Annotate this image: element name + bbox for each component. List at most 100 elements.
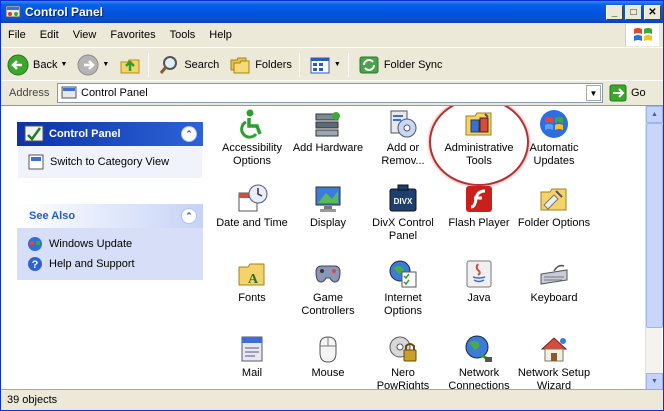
address-field[interactable]: Control Panel ▼ bbox=[57, 83, 603, 103]
control-panel-icon bbox=[24, 125, 44, 142]
forward-button[interactable]: ▼ bbox=[73, 51, 113, 79]
add-remove-programs-icon bbox=[390, 110, 417, 138]
mail-icon bbox=[241, 336, 263, 362]
game-controller-icon bbox=[315, 265, 341, 283]
forward-dropdown-icon[interactable]: ▼ bbox=[102, 61, 109, 68]
windows-update-label: Windows Update bbox=[49, 238, 133, 250]
windows-update-icon bbox=[28, 237, 42, 251]
address-bar: Address Control Panel ▼ Go bbox=[1, 82, 663, 104]
see-also-box-header[interactable]: See Also ⌃ bbox=[17, 204, 203, 228]
item-display[interactable]: Display bbox=[290, 183, 366, 230]
close-button[interactable]: ✕ bbox=[644, 4, 661, 20]
menu-tools[interactable]: Tools bbox=[163, 29, 203, 41]
item-network-setup-wizard[interactable]: Network Setup Wizard bbox=[516, 333, 592, 389]
address-value: Control Panel bbox=[81, 87, 148, 99]
item-label: Add or Remov... bbox=[381, 142, 425, 167]
views-button[interactable]: ▼ bbox=[305, 51, 345, 79]
category-view-icon bbox=[28, 154, 44, 170]
collapse-chevron-icon[interactable]: ⌃ bbox=[181, 208, 197, 224]
control-panel-box: Control Panel ⌃ Switch to Category View bbox=[17, 122, 203, 179]
item-administrative-tools[interactable]: Administrative Tools bbox=[441, 108, 517, 168]
scroll-up-button[interactable]: ▲ bbox=[646, 106, 663, 123]
svg-text:?: ? bbox=[32, 259, 39, 271]
switch-category-view-link[interactable]: Switch to Category View bbox=[28, 152, 192, 172]
see-also-box: See Also ⌃ Windows Update ? Help and Sup… bbox=[17, 204, 203, 280]
control-panel-box-header[interactable]: Control Panel ⌃ bbox=[17, 122, 203, 146]
item-nero-powrights[interactable]: Nero PowRights bbox=[365, 333, 441, 389]
control-panel-window: Control Panel _ □ ✕ File Edit View Favor… bbox=[0, 0, 664, 411]
menu-favorites[interactable]: Favorites bbox=[103, 29, 162, 41]
search-label: Search bbox=[184, 58, 220, 71]
windows-update-link[interactable]: Windows Update bbox=[27, 234, 193, 254]
accessibility-icon bbox=[240, 109, 262, 139]
menu-help[interactable]: Help bbox=[202, 29, 239, 41]
mouse-icon bbox=[319, 336, 337, 363]
up-folder-button[interactable] bbox=[115, 51, 145, 79]
back-arrow-icon bbox=[7, 54, 29, 75]
search-button[interactable]: Search bbox=[154, 51, 223, 79]
item-automatic-updates[interactable]: Automatic Updates bbox=[516, 108, 592, 168]
minimize-button[interactable]: _ bbox=[606, 4, 623, 20]
item-label: DivX Control Panel bbox=[372, 217, 434, 242]
item-fonts[interactable]: A Fonts bbox=[214, 258, 290, 305]
item-divx-control-panel[interactable]: DIVX DivX Control Panel bbox=[365, 183, 441, 243]
folder-sync-button[interactable]: Folder Sync bbox=[354, 51, 447, 79]
item-accessibility-options[interactable]: Accessibility Options bbox=[214, 108, 290, 168]
collapse-chevron-icon[interactable]: ⌃ bbox=[181, 126, 197, 142]
item-label: Folder Options bbox=[517, 217, 591, 229]
toolbar-separator bbox=[347, 52, 349, 77]
item-label: Add Hardware bbox=[292, 142, 364, 154]
switch-category-view-label: Switch to Category View bbox=[50, 156, 170, 168]
item-mail[interactable]: Mail bbox=[214, 333, 290, 380]
go-button[interactable]: Go bbox=[609, 84, 646, 102]
menu-edit[interactable]: Edit bbox=[33, 29, 66, 41]
menu-view[interactable]: View bbox=[66, 29, 104, 41]
address-dropdown-icon[interactable]: ▼ bbox=[586, 85, 601, 101]
item-folder-options[interactable]: Folder Options bbox=[516, 183, 592, 230]
item-date-and-time[interactable]: Date and Time bbox=[214, 183, 290, 230]
item-keyboard[interactable]: Keyboard bbox=[516, 258, 592, 305]
item-game-controllers[interactable]: Game Controllers bbox=[290, 258, 366, 318]
views-dropdown-icon[interactable]: ▼ bbox=[334, 61, 341, 68]
back-dropdown-icon[interactable]: ▼ bbox=[60, 61, 67, 68]
see-also-box-body: Windows Update ? Help and Support bbox=[17, 228, 203, 280]
content-area: Control Panel ⌃ Switch to Category View bbox=[1, 105, 663, 389]
item-label: Java bbox=[467, 292, 491, 304]
nero-icon bbox=[389, 336, 417, 362]
item-network-connections[interactable]: Network Connections bbox=[441, 333, 517, 389]
scroll-thumb[interactable] bbox=[646, 123, 663, 328]
item-add-remove-programs[interactable]: Add or Remov... bbox=[365, 108, 441, 168]
help-icon: ? bbox=[28, 257, 42, 271]
folders-button[interactable]: Folders bbox=[225, 51, 296, 79]
item-java[interactable]: Java bbox=[441, 258, 517, 305]
item-label: Fonts bbox=[238, 292, 266, 304]
item-mouse[interactable]: Mouse bbox=[290, 333, 366, 380]
item-add-hardware[interactable]: Add Hardware bbox=[290, 108, 366, 155]
item-internet-options[interactable]: Internet Options bbox=[365, 258, 441, 318]
back-button[interactable]: Back ▼ bbox=[3, 51, 71, 79]
maximize-button[interactable]: □ bbox=[625, 4, 642, 20]
control-panel-box-title: Control Panel bbox=[49, 128, 121, 140]
forward-arrow-icon bbox=[77, 54, 99, 75]
folder-sync-icon bbox=[359, 56, 379, 73]
item-flash-player[interactable]: Flash Player bbox=[441, 183, 517, 230]
task-pane: Control Panel ⌃ Switch to Category View bbox=[1, 106, 212, 389]
folder-options-icon bbox=[540, 188, 567, 211]
internet-options-icon bbox=[389, 260, 417, 288]
scroll-down-button[interactable]: ▼ bbox=[646, 373, 663, 389]
item-label: Date and Time bbox=[216, 217, 288, 229]
item-label: Accessibility Options bbox=[222, 142, 282, 167]
go-arrow-icon bbox=[609, 84, 627, 102]
control-panel-items: Accessibility Options Add Hardware Add o… bbox=[214, 106, 645, 389]
keyboard-icon bbox=[540, 264, 568, 285]
vertical-scrollbar[interactable]: ▲ ▼ bbox=[645, 106, 663, 389]
help-support-link[interactable]: ? Help and Support bbox=[27, 254, 193, 274]
item-label: Keyboard bbox=[530, 292, 578, 304]
menu-file[interactable]: File bbox=[1, 29, 33, 41]
window-title: Control Panel bbox=[25, 5, 104, 19]
item-label: Network Connections bbox=[448, 367, 510, 389]
divx-icon: DIVX bbox=[389, 184, 417, 212]
windows-logo-icon bbox=[625, 24, 659, 46]
see-also-title: See Also bbox=[29, 210, 76, 222]
title-bar[interactable]: Control Panel _ □ ✕ bbox=[1, 1, 663, 23]
